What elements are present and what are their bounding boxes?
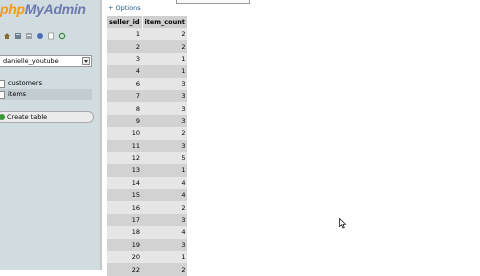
- chevron-down-icon[interactable]: [82, 57, 90, 65]
- table-row[interactable]: 18 4: [107, 226, 188, 239]
- table-list: customers items: [0, 78, 92, 100]
- logo-text-myadmin: MyAdmin: [24, 1, 86, 17]
- table-row[interactable]: 12 5: [107, 151, 188, 165]
- table-row[interactable]: 73: [107, 89, 188, 103]
- cell-seller-id: 6: [107, 77, 142, 90]
- table-row[interactable]: 63: [107, 77, 188, 90]
- column-header-item-count[interactable]: item_count: [142, 16, 188, 28]
- column-header-seller-id[interactable]: seller_id: [107, 16, 143, 28]
- table-row[interactable]: 83: [107, 102, 188, 115]
- plus-icon: [0, 114, 5, 120]
- mouse-cursor-icon: [339, 218, 347, 229]
- cell-seller-id: 19: [107, 238, 142, 252]
- cell-item-count: 1: [142, 251, 188, 264]
- table-item-label: customers: [8, 79, 42, 87]
- cell-seller-id: 11: [107, 139, 142, 152]
- cell-seller-id: 16: [107, 201, 142, 214]
- home-icon[interactable]: [3, 32, 11, 40]
- table-row[interactable]: 31: [107, 52, 188, 66]
- cell-item-count: 2: [142, 40, 188, 53]
- cell-seller-id: 9: [107, 114, 142, 128]
- cell-item-count: 1: [142, 52, 188, 66]
- main-panel: + Options seller_id item_count 122231416…: [102, 0, 480, 276]
- docs-icon[interactable]: [47, 32, 55, 40]
- cell-seller-id: 17: [107, 213, 142, 227]
- cell-seller-id: 15: [107, 189, 142, 202]
- cell-item-count: 2: [142, 28, 188, 41]
- cell-item-count: 3: [142, 102, 188, 115]
- table-row[interactable]: 17 3: [107, 213, 188, 227]
- table-row[interactable]: 13 1: [107, 164, 188, 177]
- table-row[interactable]: 20 1: [107, 251, 188, 264]
- table-icon: [0, 80, 5, 88]
- database-select-value: danielle_youtube: [3, 57, 59, 65]
- top-input-field[interactable]: [176, 0, 250, 4]
- cell-item-count: 3: [142, 89, 188, 103]
- table-header-row: seller_id item_count: [107, 16, 188, 28]
- table-item-customers[interactable]: customers: [0, 78, 92, 89]
- table-item-label: items: [8, 90, 27, 98]
- table-row[interactable]: 10 2: [107, 127, 188, 140]
- create-table-label: Create table: [7, 113, 48, 121]
- cell-seller-id: 7: [107, 89, 142, 103]
- cell-seller-id: 2: [107, 40, 142, 53]
- options-label: + Options: [108, 4, 141, 12]
- table-row[interactable]: 15 4: [107, 189, 188, 202]
- table-row[interactable]: 93: [107, 114, 188, 128]
- table-row[interactable]: 41: [107, 65, 188, 78]
- options-toggle[interactable]: + Options: [108, 4, 141, 12]
- reload-icon[interactable]: [58, 32, 66, 40]
- cell-item-count: 3: [142, 238, 188, 252]
- cell-seller-id: 14: [107, 176, 142, 190]
- nav-icon-bar: [3, 32, 66, 42]
- cell-seller-id: 12: [107, 151, 142, 165]
- table-icon: [0, 91, 5, 99]
- cell-seller-id: 10: [107, 127, 142, 140]
- table-row[interactable]: 12: [107, 28, 188, 41]
- results-table: seller_id item_count 1 2 2 2 3 1 4 1 6 3 7 3 8 3 9 3 10 2…: [107, 16, 188, 276]
- logo-text-hp: hp: [8, 1, 25, 17]
- cell-item-count: 3: [142, 213, 188, 227]
- cell-item-count: 4: [142, 226, 188, 239]
- navigation-panel: phpMyAdmin danielle_youtube customers it…: [0, 0, 100, 270]
- cell-item-count: 3: [142, 139, 188, 152]
- cell-item-count: 4: [142, 189, 188, 202]
- table-row[interactable]: 22: [107, 40, 188, 53]
- help-icon[interactable]: [36, 32, 44, 40]
- cell-item-count: 1: [142, 65, 188, 78]
- phpmyadmin-logo[interactable]: phpMyAdmin: [0, 1, 86, 17]
- table-row[interactable]: 11 3: [107, 139, 188, 152]
- cell-seller-id: 8: [107, 102, 142, 115]
- table-item-items[interactable]: items: [0, 89, 92, 100]
- database-icon[interactable]: [14, 32, 22, 40]
- cell-item-count: 3: [142, 77, 188, 90]
- cell-item-count: 2: [142, 201, 188, 214]
- cell-seller-id: 13: [107, 164, 142, 177]
- create-table-button[interactable]: Create table: [0, 111, 94, 123]
- cell-item-count: 1: [142, 164, 188, 177]
- cell-seller-id: 18: [107, 226, 142, 239]
- cell-seller-id: 4: [107, 65, 142, 78]
- cell-seller-id: 20: [107, 251, 142, 264]
- query-icon[interactable]: [25, 32, 33, 40]
- cell-seller-id: 1: [107, 28, 142, 41]
- cell-item-count: 5: [142, 151, 188, 165]
- table-row[interactable]: 19 3: [107, 238, 188, 252]
- database-select[interactable]: danielle_youtube: [0, 55, 92, 67]
- table-row[interactable]: 14 4: [107, 176, 188, 190]
- cell-item-count: 2: [142, 127, 188, 140]
- cell-item-count: 3: [142, 114, 188, 128]
- cell-item-count: 4: [142, 176, 188, 190]
- cell-seller-id: 3: [107, 52, 142, 66]
- table-row[interactable]: 16 2: [107, 201, 188, 214]
